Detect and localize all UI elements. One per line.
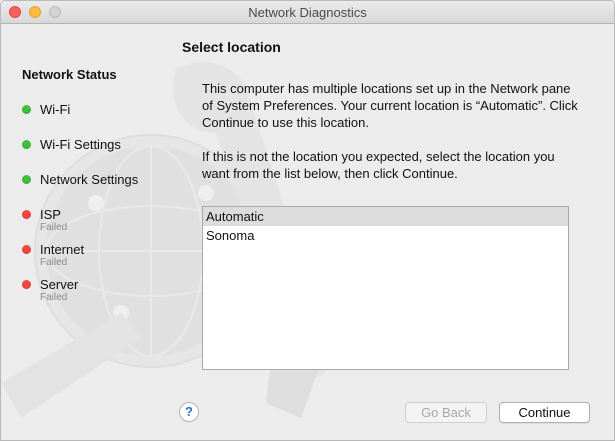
status-label: ISP	[40, 207, 61, 222]
status-sublabel: Failed	[40, 222, 68, 233]
status-ok-icon	[22, 105, 31, 114]
help-button[interactable]: ?	[179, 402, 199, 422]
status-ok-icon	[22, 175, 31, 184]
location-item-sonoma[interactable]: Sonoma	[203, 226, 568, 245]
location-item-automatic[interactable]: Automatic	[203, 207, 568, 226]
status-ok-icon	[22, 140, 31, 149]
status-label: Network Settings	[40, 172, 139, 187]
page-heading: Select location	[182, 39, 281, 55]
instructions-paragraph-2: If this is not the location you expected…	[202, 149, 555, 181]
window-title: Network Diagnostics	[248, 5, 367, 20]
location-list[interactable]: Automatic Sonoma	[202, 206, 569, 370]
status-failed-icon	[22, 210, 31, 219]
status-label: Server	[40, 277, 79, 292]
status-failed-icon	[22, 280, 31, 289]
status-label: Internet	[40, 242, 85, 257]
sidebar-title: Network Status	[22, 67, 117, 82]
title-bar: Network Diagnostics	[1, 1, 614, 24]
status-label: Wi-Fi	[40, 102, 71, 117]
network-diagnostics-window: Network Diagnostics Select location Netw…	[0, 0, 615, 441]
go-back-button[interactable]: Go Back	[405, 402, 487, 423]
instructions-paragraph: This computer has multiple locations set…	[202, 81, 578, 130]
status-sublabel: Failed	[40, 257, 68, 268]
status-sublabel: Failed	[40, 292, 68, 303]
status-failed-icon	[22, 245, 31, 254]
continue-button[interactable]: Continue	[499, 402, 590, 423]
status-label: Wi-Fi Settings	[40, 137, 121, 152]
